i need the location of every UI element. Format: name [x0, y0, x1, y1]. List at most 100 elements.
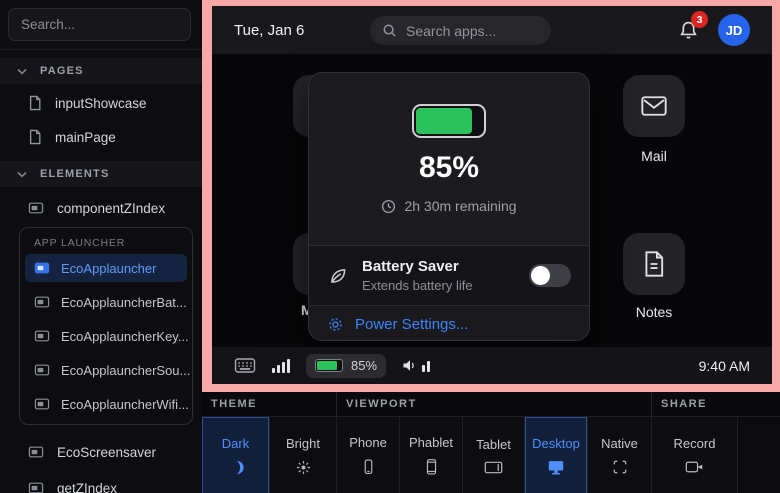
button-label: Desktop: [532, 436, 580, 451]
notification-badge: 3: [691, 11, 708, 28]
app-tile-notes[interactable]: [623, 233, 685, 295]
sidebar-item-label: inputShowcase: [55, 96, 147, 111]
app-launcher-group: APP LAUNCHER EcoApplauncher EcoApplaunch…: [19, 227, 193, 425]
theme-dark-button[interactable]: Dark: [202, 417, 270, 493]
sidebar-item-label: mainPage: [55, 130, 116, 145]
sidebar-item-label: EcoScreensaver: [57, 445, 156, 460]
date-label: Tue, Jan 6: [234, 22, 304, 39]
sidebar-item-mainpage[interactable]: mainPage: [0, 125, 202, 149]
keyboard-icon[interactable]: [234, 357, 256, 374]
share-record-button[interactable]: Record: [652, 417, 738, 493]
toggle-knob: [531, 266, 550, 285]
desktop-icon: [547, 459, 565, 476]
battery-saver-toggle[interactable]: [529, 264, 571, 287]
app-search-input[interactable]: [370, 16, 551, 45]
battery-icon: [315, 359, 343, 372]
battery-popup: 85% 2h 30m remaining Battery Saver Exten…: [308, 72, 590, 341]
component-icon: [28, 201, 44, 215]
viewport-native-button[interactable]: Native: [588, 417, 652, 493]
group-label: APP LAUNCHER: [34, 237, 125, 249]
chevron-down-icon: [17, 171, 27, 178]
clock-icon: [381, 199, 396, 214]
moon-icon: [227, 459, 244, 476]
sidebar-item-ecoapplauncherwifi[interactable]: EcoApplauncherWifi...: [25, 390, 187, 418]
sidebar-item-label: EcoApplauncherSou...: [61, 363, 190, 378]
toolbar-group-label-theme: THEME: [202, 392, 337, 416]
button-label: Dark: [222, 436, 249, 451]
chevron-down-icon: [17, 68, 27, 75]
notifications-button[interactable]: 3: [679, 20, 698, 40]
battery-saver-title: Battery Saver: [362, 258, 473, 275]
sidebar-item-componentzindex[interactable]: componentZIndex: [0, 196, 202, 220]
toolbar-headers: THEME VIEWPORT SHARE: [202, 392, 780, 417]
phone-icon: [360, 458, 377, 476]
viewport-desktop-button[interactable]: Desktop: [525, 417, 588, 493]
sidebar-item-ecoapplaunchersou[interactable]: EcoApplauncherSou...: [25, 356, 187, 384]
toolbar-buttons: Dark Bright Phone Phablet Table: [202, 417, 780, 493]
sidebar-search-input[interactable]: [8, 8, 191, 41]
battery-percent: 85%: [309, 151, 589, 185]
component-icon: [34, 329, 50, 343]
avatar[interactable]: JD: [718, 14, 750, 46]
viewport-tablet-button[interactable]: Tablet: [463, 417, 525, 493]
battery-fill: [416, 108, 472, 134]
preview-frame: Tue, Jan 6 3 JD M: [202, 0, 780, 392]
button-label: Native: [601, 436, 638, 451]
battery-saver-row: Battery Saver Extends battery life: [309, 245, 589, 305]
sidebar-item-ecoapplauncherkey[interactable]: EcoApplauncherKey...: [25, 322, 187, 350]
button-label: Phablet: [409, 435, 453, 450]
viewport-phablet-button[interactable]: Phablet: [400, 417, 463, 493]
section-header-pages[interactable]: PAGES: [0, 58, 202, 84]
section-label: ELEMENTS: [40, 168, 110, 180]
native-fullscreen-icon: [612, 459, 628, 475]
button-label: Record: [674, 436, 716, 451]
sidebar-item-label: EcoApplauncherBat...: [61, 295, 187, 310]
button-label: Bright: [286, 436, 320, 451]
component-icon: [34, 397, 50, 411]
gear-icon: [327, 316, 344, 333]
app-root: PAGES inputShowcase mainPage ELEMENTS co…: [0, 0, 780, 493]
sidebar-item-label: EcoApplauncherWifi...: [61, 397, 189, 412]
component-icon: [28, 481, 44, 493]
section-label: PAGES: [40, 65, 84, 77]
taskbar-battery[interactable]: 85%: [306, 354, 386, 378]
app-launcher-screen: Tue, Jan 6 3 JD M: [212, 6, 772, 384]
phablet-icon: [423, 458, 440, 476]
component-icon: [34, 261, 50, 275]
theme-bright-button[interactable]: Bright: [270, 417, 337, 493]
sidebar: PAGES inputShowcase mainPage ELEMENTS co…: [0, 0, 202, 493]
sidebar-item-ecoscreensaver[interactable]: EcoScreensaver: [0, 440, 202, 464]
tablet-icon: [484, 460, 503, 475]
battery-icon: [412, 104, 486, 138]
toolbar-group-label-viewport: VIEWPORT: [337, 392, 652, 416]
volume-icon[interactable]: [402, 358, 430, 373]
viewport-phone-button[interactable]: Phone: [337, 417, 400, 493]
record-video-icon: [685, 459, 704, 475]
component-icon: [34, 295, 50, 309]
divider: [0, 49, 202, 50]
signal-icon[interactable]: [272, 359, 290, 373]
story-toolbar: THEME VIEWPORT SHARE Dark Bright Phone: [202, 392, 780, 493]
section-header-elements[interactable]: ELEMENTS: [0, 161, 202, 187]
leaf-icon: [327, 265, 349, 287]
battery-fill: [317, 361, 337, 370]
clock-label: 9:40 AM: [699, 358, 750, 374]
sun-icon: [295, 459, 312, 476]
mail-icon: [640, 94, 668, 118]
battery-percent-label: 85%: [351, 358, 377, 373]
component-icon: [28, 445, 44, 459]
battery-remaining: 2h 30m remaining: [309, 198, 589, 214]
battery-saver-subtitle: Extends battery life: [362, 278, 473, 293]
sidebar-item-getzindex[interactable]: getZIndex: [0, 476, 202, 493]
button-label: Tablet: [476, 437, 511, 452]
sidebar-item-ecoapplauncherbat[interactable]: EcoApplauncherBat...: [25, 288, 187, 316]
sidebar-item-inputshowcase[interactable]: inputShowcase: [0, 91, 202, 115]
preview-topbar: Tue, Jan 6 3 JD: [212, 6, 772, 54]
app-tile-mail[interactable]: [623, 75, 685, 137]
sidebar-item-ecoapplauncher[interactable]: EcoApplauncher: [25, 254, 187, 282]
page-icon: [28, 129, 42, 145]
page-icon: [28, 95, 42, 111]
power-settings-link[interactable]: Power Settings...: [309, 305, 589, 341]
notes-icon: [642, 250, 666, 278]
battery-stats: 85% 2h 30m remaining: [309, 73, 589, 245]
